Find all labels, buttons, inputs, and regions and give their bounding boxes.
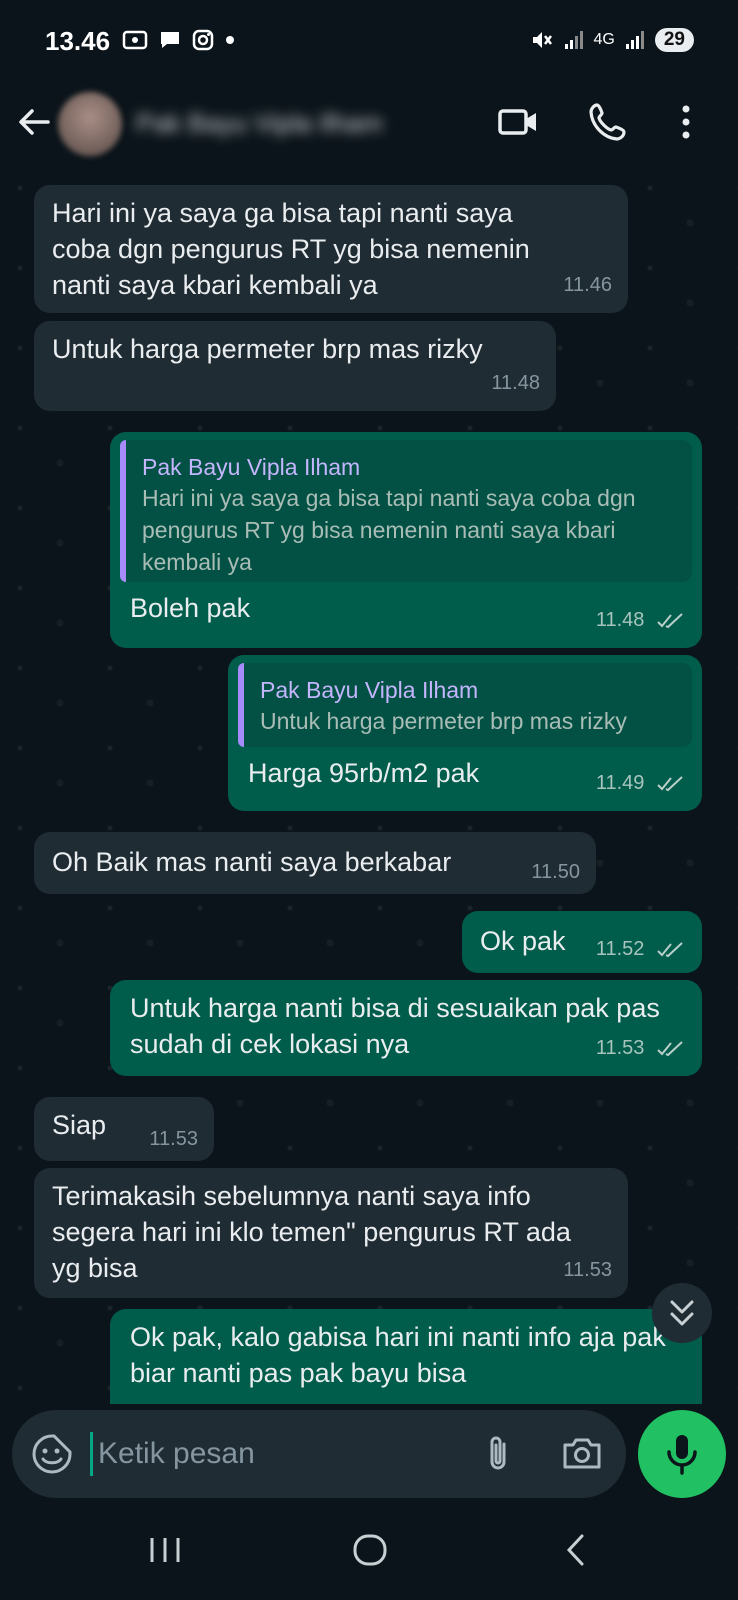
system-navigation-bar	[0, 1500, 738, 1600]
message-time: 11.46	[563, 274, 612, 296]
read-receipt-icon	[657, 612, 683, 628]
home-icon[interactable]	[345, 1525, 395, 1575]
message-outgoing[interactable]: Untuk harga nanti bisa di sesuaikan pak …	[110, 980, 702, 1076]
quoted-message[interactable]: Pak Bayu Vipla Ilham Hari ini ya saya ga…	[120, 440, 692, 582]
status-bar: 13.46 4G 29	[0, 0, 738, 84]
message-meta: 11.53	[596, 1030, 686, 1066]
quote-bar	[120, 440, 126, 582]
message-text: Hari ini ya saya ga bisa tapi nanti saya…	[52, 198, 530, 300]
quote-author: Pak Bayu Vipla Ilham	[260, 677, 479, 703]
back-nav-icon[interactable]	[552, 1525, 602, 1575]
chat-header: Pak Bayu Vipla Ilham	[0, 84, 738, 168]
quote-text: Untuk harga permeter brp mas rizky	[260, 708, 627, 734]
avatar[interactable]	[58, 92, 122, 156]
message-incoming[interactable]: Untuk harga permeter brp mas rizky 11.48	[34, 321, 556, 411]
text-cursor	[90, 1432, 93, 1476]
chat-bubble-icon	[160, 32, 179, 48]
recent-apps-icon[interactable]	[140, 1525, 190, 1575]
microphone-icon	[667, 1435, 697, 1475]
message-time: 11.53	[149, 1128, 198, 1150]
message-time: 11.48	[491, 372, 540, 394]
message-meta: 11.49	[596, 765, 686, 801]
read-receipt-icon	[657, 1040, 683, 1056]
message-outgoing[interactable]: Ok pak, kalo gabisa hari ini nanti info …	[110, 1309, 702, 1404]
read-receipt-icon	[657, 775, 683, 791]
network-type: 4G	[593, 31, 615, 48]
message-composer	[12, 1410, 626, 1498]
message-time: 11.48	[595, 609, 645, 631]
signal-icon	[564, 31, 583, 49]
message-incoming[interactable]: Siap 11.53	[34, 1097, 214, 1161]
message-outgoing[interactable]: Pak Bayu Vipla Ilham Hari ini ya saya ga…	[110, 432, 702, 648]
message-time: 11.52	[595, 938, 645, 960]
message-input[interactable]	[98, 1428, 458, 1480]
message-time: 11.53	[563, 1259, 612, 1281]
instagram-icon	[192, 29, 214, 51]
double-chevron-down-icon	[670, 1300, 694, 1326]
dot-icon	[225, 36, 234, 44]
message-incoming[interactable]: Oh Baik mas nanti saya berkabar 11.50	[34, 832, 596, 894]
back-arrow-icon[interactable]	[14, 102, 54, 142]
status-right: 4G 29	[530, 28, 694, 52]
video-call-icon[interactable]	[494, 98, 542, 146]
message-text: Untuk harga permeter brp mas rizky	[52, 334, 483, 364]
chat-area[interactable]: Hari ini ya saya ga bisa tapi nanti saya…	[0, 168, 738, 1404]
more-options-icon[interactable]	[662, 98, 710, 146]
signal-icon-2	[625, 31, 644, 49]
voice-record-button[interactable]	[638, 1410, 726, 1498]
message-incoming[interactable]: Hari ini ya saya ga bisa tapi nanti saya…	[34, 185, 628, 313]
read-receipt-icon	[657, 941, 683, 957]
contact-name[interactable]: Pak Bayu Vipla Ilham	[136, 108, 383, 139]
message-outgoing[interactable]: Pak Bayu Vipla Ilham Untuk harga permete…	[228, 655, 702, 811]
message-meta: 11.48	[596, 602, 686, 638]
scroll-to-bottom-button[interactable]	[652, 1283, 712, 1343]
battery-level: 29	[654, 28, 694, 52]
notification-icons	[122, 28, 235, 52]
quoted-message[interactable]: Pak Bayu Vipla Ilham Untuk harga permete…	[238, 663, 692, 747]
message-time: 11.50	[531, 861, 580, 883]
quote-author: Pak Bayu Vipla Ilham	[142, 454, 361, 480]
message-time: 11.53	[595, 1037, 645, 1059]
message-outgoing[interactable]: Ok pak 11.52	[462, 911, 702, 973]
message-text: Oh Baik mas nanti saya berkabar	[52, 847, 452, 877]
screenshot-icon	[122, 30, 148, 50]
message-text: Terimakasih sebelumnya nanti saya info s…	[52, 1181, 571, 1283]
quote-bar	[238, 663, 244, 747]
mute-icon	[532, 32, 552, 48]
camera-icon[interactable]	[558, 1430, 606, 1478]
emoji-sticker-icon[interactable]	[28, 1430, 76, 1478]
status-time: 13.46	[45, 26, 111, 56]
message-time: 11.49	[595, 772, 645, 794]
quote-text: Hari ini ya saya ga bisa tapi nanti saya…	[142, 485, 636, 575]
message-text: Ok pak, kalo gabisa hari ini nanti info …	[130, 1322, 666, 1388]
attachment-icon[interactable]	[474, 1430, 522, 1478]
message-meta: 11.52	[596, 931, 686, 967]
message-incoming[interactable]: Terimakasih sebelumnya nanti saya info s…	[34, 1168, 628, 1298]
phone-icon[interactable]	[584, 98, 632, 146]
